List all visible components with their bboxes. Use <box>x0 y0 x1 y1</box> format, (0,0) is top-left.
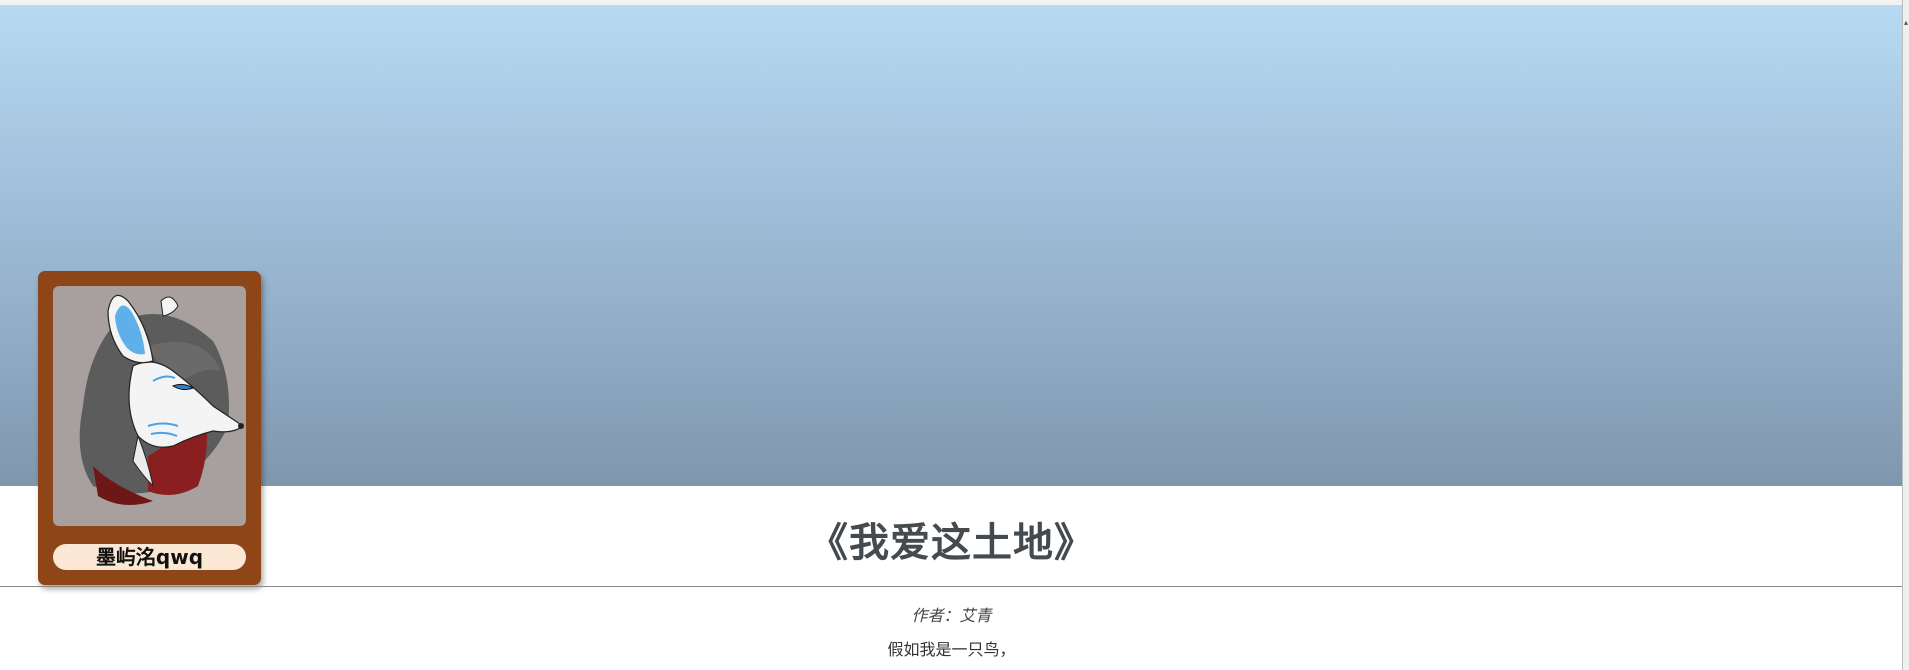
page: 墨屿洺qwq 《我爱这土地》 作者：艾青 假如我是一只鸟， ▴ <box>0 0 1909 670</box>
poem-line: 假如我是一只鸟， <box>887 640 1016 659</box>
header-banner <box>0 5 1903 486</box>
divider <box>0 586 1903 587</box>
scroll-up-arrow-icon[interactable]: ▴ <box>1903 18 1909 28</box>
article-title: 《我爱这土地》 <box>808 520 1095 566</box>
article-author: 作者：艾青 <box>911 606 992 625</box>
scrollbar[interactable]: ▴ <box>1902 0 1909 670</box>
avatar[interactable] <box>53 286 246 526</box>
hooded-wolf-avatar-icon <box>79 294 245 505</box>
